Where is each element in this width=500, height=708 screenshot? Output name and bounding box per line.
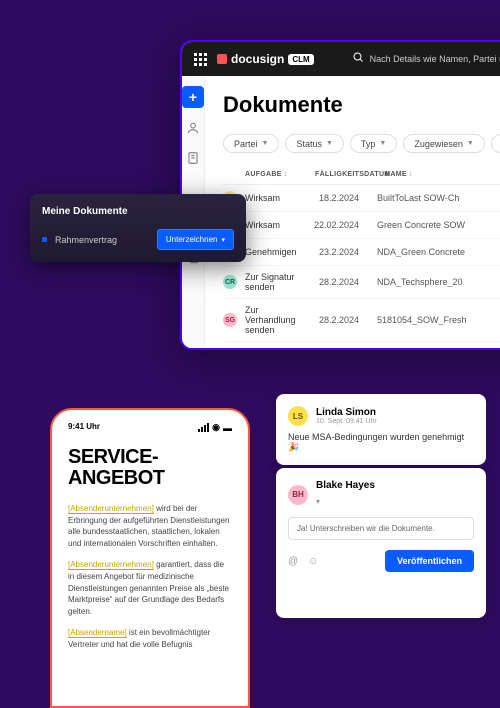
date-cell: 28.2.2024 xyxy=(307,277,377,287)
user-icon[interactable] xyxy=(183,118,203,138)
publish-button[interactable]: Veröffentlichen xyxy=(385,550,474,572)
task-cell: Wirksam xyxy=(245,220,307,230)
table-row[interactable]: CR Zur Signatur senden28.2.2024NDA_Techsp… xyxy=(223,266,500,299)
task-cell: Genehmigen xyxy=(245,247,307,257)
comment-card: BH Blake Hayes ▾ Ja! Unterschreiben wir … xyxy=(276,468,486,618)
name-cell: BuiltToLast SOW-Ch xyxy=(377,193,500,203)
doc-para-2: [Absenderunternehmen] garantiert, dass d… xyxy=(68,559,232,617)
sort-icon[interactable]: ↕ xyxy=(409,171,413,178)
chevron-down-icon[interactable]: ▾ xyxy=(316,497,320,506)
comment-time: 10. Sept. 09:41 Uhr xyxy=(316,418,377,425)
main-content: Dokumente Partei▼ Status▼ Typ▼ Zugewiese… xyxy=(205,76,500,348)
avatar[interactable]: BH xyxy=(288,485,308,505)
filter-pill-typ[interactable]: Typ▼ xyxy=(350,134,397,153)
apps-grid-icon[interactable] xyxy=(194,53,207,66)
emoji-icon[interactable]: ☺ xyxy=(308,556,318,567)
status-bar: 9:41 Uhr ◉ ▬ xyxy=(68,422,232,433)
sort-icon[interactable]: ↕ xyxy=(284,171,288,178)
filter-button[interactable]: ▽Filte xyxy=(491,134,500,153)
doc-para-3: [Absendername] ist ein bevollmächtigter … xyxy=(68,627,232,650)
sender-name-placeholder[interactable]: [Absendername] xyxy=(68,628,127,638)
mydocs-title: Meine Dokumente xyxy=(42,206,234,217)
wifi-icon: ◉ xyxy=(212,422,220,433)
sender-company-placeholder[interactable]: [Absenderunternehmen] xyxy=(68,560,154,570)
add-button[interactable]: + xyxy=(182,86,204,108)
table-row[interactable]: CCWirksam18.2.2024BuiltToLast SOW-Ch xyxy=(223,185,500,212)
date-cell: 28.2.2024 xyxy=(307,315,377,325)
chevron-down-icon: ▼ xyxy=(379,140,386,147)
name-cell: 5181054_SOW_Fresh xyxy=(377,315,500,325)
task-cell: Wirksam xyxy=(245,193,307,203)
comment-body: Neue MSA-Bedingungen wurden genehmigt 🎉 xyxy=(288,432,474,453)
filter-row: Partei▼ Status▼ Typ▼ Zugewiesen▼ ▽Filte xyxy=(223,134,500,153)
chevron-down-icon: ▼ xyxy=(467,140,474,147)
app-topbar: docusign CLM Nach Details wie Namen, Par… xyxy=(182,42,500,76)
sender-company-placeholder[interactable]: [Absenderunternehmen] xyxy=(68,504,154,514)
search-icon xyxy=(352,50,364,68)
col-due: FÄLLIGKEITSDATUM↕ xyxy=(315,171,385,178)
search-bar[interactable]: Nach Details wie Namen, Partei und Ty xyxy=(352,50,500,68)
reply-input[interactable]: Ja! Unterschreiben wir die Dokumente. xyxy=(288,517,474,540)
chevron-down-icon: ▼ xyxy=(326,140,333,147)
name-cell: NDA_Techsphere_20 xyxy=(377,277,500,287)
col-task: AUFGABE↕ xyxy=(245,171,315,178)
logo-mark-icon xyxy=(217,54,227,64)
battery-icon: ▬ xyxy=(223,423,232,433)
time-label: 9:41 Uhr xyxy=(68,422,100,433)
mydocs-row: Rahmenvertrag Unterzeichnen▾ xyxy=(42,229,234,250)
table-body: CCWirksam18.2.2024BuiltToLast SOW-ChCEWi… xyxy=(223,185,500,342)
doc-title: SERVICE-ANGEBOT xyxy=(68,447,232,489)
filter-pill-partei[interactable]: Partei▼ xyxy=(223,134,279,153)
filter-pill-zugewiesen[interactable]: Zugewiesen▼ xyxy=(403,134,484,153)
document-icon[interactable] xyxy=(183,148,203,168)
clm-badge: CLM xyxy=(288,54,313,65)
my-documents-popover: Meine Dokumente Rahmenvertrag Unterzeich… xyxy=(30,194,246,262)
date-cell: 23.2.2024 xyxy=(307,247,377,257)
filter-pill-status[interactable]: Status▼ xyxy=(285,134,343,153)
doc-para-1: [Absenderunternehmen] wird bei der Erbri… xyxy=(68,503,232,549)
mydocs-item[interactable]: Rahmenvertrag xyxy=(55,235,149,245)
table-row[interactable]: NGGenehmigen23.2.2024NDA_Green Concrete xyxy=(223,239,500,266)
table-header: AUFGABE↕ FÄLLIGKEITSDATUM↕ NAME↕ xyxy=(223,165,500,185)
logo-text: docusign xyxy=(231,52,284,66)
chevron-down-icon: ▼ xyxy=(262,140,269,147)
table-row[interactable]: CEWirksam22.02.2024Green Concrete SOW xyxy=(223,212,500,239)
search-placeholder: Nach Details wie Namen, Partei und Ty xyxy=(370,54,500,64)
brand-logo: docusign CLM xyxy=(217,52,314,66)
signal-icon xyxy=(198,423,209,432)
task-cell: Zur Signatur senden xyxy=(245,272,307,292)
page-title: Dokumente xyxy=(223,92,500,118)
comment-card: LS Linda Simon 10. Sept. 09:41 Uhr Neue … xyxy=(276,394,486,465)
comment-author: Blake Hayes xyxy=(316,480,375,491)
avatar[interactable]: LS xyxy=(288,406,308,426)
status-dot: SG xyxy=(223,313,237,327)
table-row[interactable]: SG Zur Verhandlung senden28.2.20245181054… xyxy=(223,299,500,342)
chevron-down-icon: ▾ xyxy=(221,236,225,244)
name-cell: Green Concrete SOW xyxy=(377,220,500,230)
date-cell: 18.2.2024 xyxy=(307,193,377,203)
date-cell: 22.02.2024 xyxy=(307,220,377,230)
bullet-icon xyxy=(42,237,47,242)
mobile-mockup: 9:41 Uhr ◉ ▬ SERVICE-ANGEBOT [Absenderun… xyxy=(50,408,250,708)
sign-button[interactable]: Unterzeichnen▾ xyxy=(157,229,234,250)
name-cell: NDA_Green Concrete xyxy=(377,247,500,257)
mention-icon[interactable]: @ xyxy=(288,556,298,567)
task-cell: Zur Verhandlung senden xyxy=(245,305,307,335)
status-dot: CR xyxy=(223,275,237,289)
col-name: NAME↕ xyxy=(385,171,500,178)
comment-author: Linda Simon xyxy=(316,407,377,418)
